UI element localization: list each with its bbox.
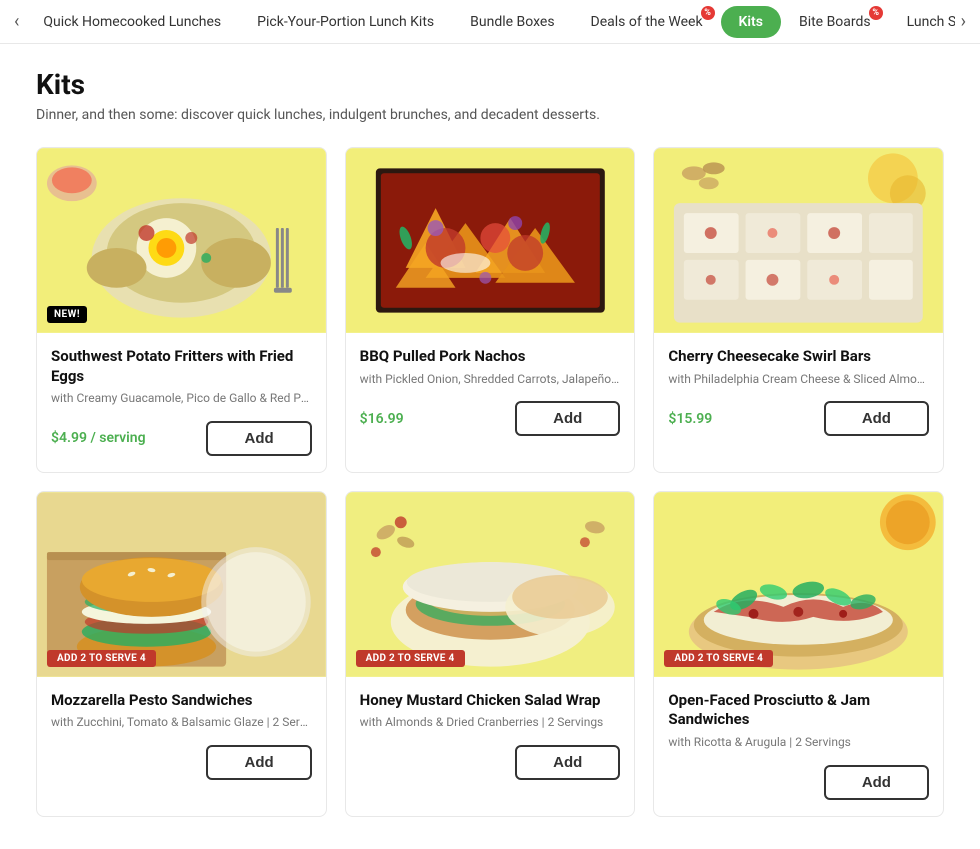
product-price-southwest-fritters: $4.99 / serving xyxy=(51,430,146,446)
nav-item-pick-your-portion[interactable]: Pick-Your-Portion Lunch Kits xyxy=(239,0,452,44)
add-to-cart-button-prosciutto-jam[interactable]: Add xyxy=(824,765,929,800)
product-price-cherry-cheesecake: $15.99 xyxy=(668,411,712,427)
page-title: Kits xyxy=(36,68,944,101)
product-desc-prosciutto-jam: with Ricotta & Arugula | 2 Servings xyxy=(668,734,929,751)
product-title-southwest-fritters: Southwest Potato Fritters with Fried Egg… xyxy=(51,347,312,386)
product-title-cherry-cheesecake: Cherry Cheesecake Swirl Bars xyxy=(668,347,929,367)
product-title-honey-mustard-chicken: Honey Mustard Chicken Salad Wrap xyxy=(360,691,621,711)
card-footer-prosciutto-jam: Add xyxy=(668,765,929,800)
product-image-bbq-nachos xyxy=(346,148,635,333)
card-body-honey-mustard-chicken: Honey Mustard Chicken Salad Wrap with Alm… xyxy=(346,677,635,796)
card-footer-honey-mustard-chicken: Add xyxy=(360,745,621,780)
card-body-bbq-nachos: BBQ Pulled Pork Nachos with Pickled Onion… xyxy=(346,333,635,452)
product-title-prosciutto-jam: Open-Faced Prosciutto & Jam Sandwiches xyxy=(668,691,929,730)
nav-prev-arrow[interactable]: ‹ xyxy=(8,11,25,32)
product-desc-mozzarella-pesto: with Zucchini, Tomato & Balsamic Glaze |… xyxy=(51,714,312,731)
product-card-bbq-nachos: BBQ Pulled Pork Nachos with Pickled Onion… xyxy=(345,147,636,473)
nav-item-bite-boards[interactable]: Bite Boards% xyxy=(781,0,889,44)
serve-badge-mozzarella-pesto: ADD 2 TO SERVE 4 xyxy=(47,650,156,667)
product-card-southwest-fritters: NEW! Southwest Potato Fritters with Fried… xyxy=(36,147,327,473)
serve-badge-honey-mustard-chicken: ADD 2 TO SERVE 4 xyxy=(356,650,465,667)
nav-badge-deals-of-the-week: % xyxy=(701,6,715,20)
nav-next-arrow[interactable]: › xyxy=(955,11,972,32)
new-badge-southwest-fritters: NEW! xyxy=(47,306,87,323)
category-nav: ‹ Quick Homecooked LunchesPick-Your-Port… xyxy=(0,0,980,44)
add-to-cart-button-bbq-nachos[interactable]: Add xyxy=(515,401,620,436)
product-image-cherry-cheesecake xyxy=(654,148,943,333)
product-desc-southwest-fritters: with Creamy Guacamole, Pico de Gallo & R… xyxy=(51,390,312,407)
nav-item-quick-homecooked[interactable]: Quick Homecooked Lunches xyxy=(25,0,239,44)
product-price-bbq-nachos: $16.99 xyxy=(360,411,404,427)
card-body-mozzarella-pesto: Mozzarella Pesto Sandwiches with Zucchini… xyxy=(37,677,326,796)
product-desc-honey-mustard-chicken: with Almonds & Dried Cranberries | 2 Ser… xyxy=(360,714,621,731)
product-image-prosciutto-jam: ADD 2 TO SERVE 4 xyxy=(654,492,943,677)
card-body-prosciutto-jam: Open-Faced Prosciutto & Jam Sandwiches wi… xyxy=(654,677,943,816)
product-card-honey-mustard-chicken: ADD 2 TO SERVE 4 Honey Mustard Chicken Sa… xyxy=(345,491,636,817)
serve-badge-prosciutto-jam: ADD 2 TO SERVE 4 xyxy=(664,650,773,667)
card-footer-bbq-nachos: $16.99 Add xyxy=(360,401,621,436)
card-footer-cherry-cheesecake: $15.99 Add xyxy=(668,401,929,436)
card-body-southwest-fritters: Southwest Potato Fritters with Fried Egg… xyxy=(37,333,326,472)
product-title-mozzarella-pesto: Mozzarella Pesto Sandwiches xyxy=(51,691,312,711)
product-image-southwest-fritters: NEW! xyxy=(37,148,326,333)
product-title-bbq-nachos: BBQ Pulled Pork Nachos xyxy=(360,347,621,367)
add-to-cart-button-mozzarella-pesto[interactable]: Add xyxy=(206,745,311,780)
page-content: Kits Dinner, and then some: discover qui… xyxy=(0,44,980,849)
card-footer-mozzarella-pesto: Add xyxy=(51,745,312,780)
product-card-cherry-cheesecake: Cherry Cheesecake Swirl Bars with Philade… xyxy=(653,147,944,473)
add-to-cart-button-honey-mustard-chicken[interactable]: Add xyxy=(515,745,620,780)
card-footer-southwest-fritters: $4.99 / serving Add xyxy=(51,421,312,456)
product-image-honey-mustard-chicken: ADD 2 TO SERVE 4 xyxy=(346,492,635,677)
product-card-mozzarella-pesto: ADD 2 TO SERVE 4 Mozzarella Pesto Sandwic… xyxy=(36,491,327,817)
product-desc-cherry-cheesecake: with Philadelphia Cream Cheese & Sliced … xyxy=(668,371,929,388)
product-desc-bbq-nachos: with Pickled Onion, Shredded Carrots, Ja… xyxy=(360,371,621,388)
add-to-cart-button-southwest-fritters[interactable]: Add xyxy=(206,421,311,456)
product-card-prosciutto-jam: ADD 2 TO SERVE 4 Open-Faced Prosciutto & … xyxy=(653,491,944,817)
card-body-cherry-cheesecake: Cherry Cheesecake Swirl Bars with Philade… xyxy=(654,333,943,452)
add-to-cart-button-cherry-cheesecake[interactable]: Add xyxy=(824,401,929,436)
product-grid: NEW! Southwest Potato Fritters with Fried… xyxy=(36,147,944,817)
nav-item-kits[interactable]: Kits xyxy=(721,6,781,38)
page-subtitle: Dinner, and then some: discover quick lu… xyxy=(36,107,944,123)
nav-item-deals-of-the-week[interactable]: Deals of the Week% xyxy=(573,0,721,44)
nav-item-lunch-specials[interactable]: Lunch Specials xyxy=(889,0,955,44)
nav-items-list: Quick Homecooked LunchesPick-Your-Portio… xyxy=(25,0,954,44)
nav-item-bundle-boxes[interactable]: Bundle Boxes xyxy=(452,0,572,44)
nav-badge-bite-boards: % xyxy=(869,6,883,20)
product-image-mozzarella-pesto: ADD 2 TO SERVE 4 xyxy=(37,492,326,677)
